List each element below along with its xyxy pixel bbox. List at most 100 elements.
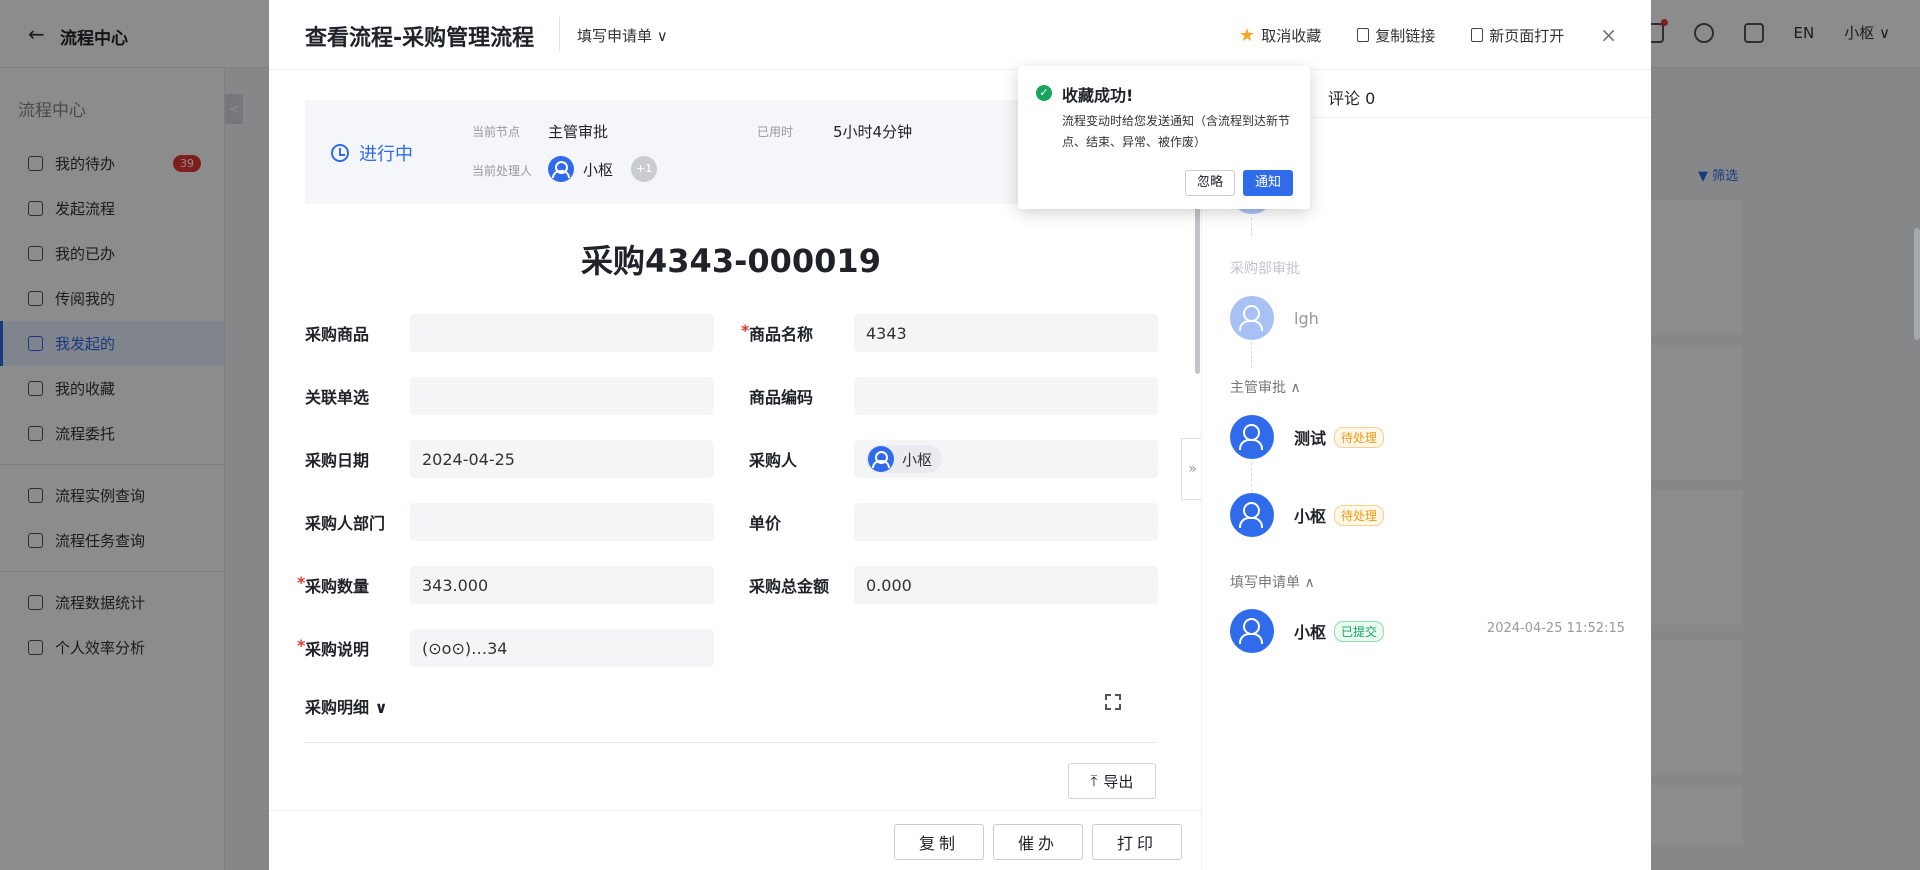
field-label: 采购日期	[305, 451, 370, 470]
field-label: 采购人	[749, 451, 798, 470]
field-label-text: 采购说明	[305, 640, 370, 659]
popover-title: 收藏成功!	[1062, 86, 1134, 105]
copy-link-button[interactable]: 复制链接	[1357, 25, 1435, 46]
field-label: 采购商品	[305, 325, 370, 344]
timeline-connector	[1251, 342, 1252, 368]
elapsed-value: 5小时4分钟	[833, 123, 913, 141]
chip-name: 小枢	[902, 450, 933, 469]
check-circle-icon: ✓	[1036, 85, 1052, 101]
form-select-dropdown[interactable]: 填写申请单 ∨	[577, 25, 668, 46]
field-product-name: * 商品名称 4343	[741, 314, 1158, 352]
group-apply[interactable]: 填写申请单 ∧	[1230, 572, 1315, 592]
clock-icon	[331, 144, 349, 162]
avatar	[1230, 415, 1274, 459]
unfavorite-button[interactable]: ★ 取消收藏	[1239, 25, 1321, 46]
avatar	[1230, 609, 1274, 653]
field-dept: 采购人部门	[305, 503, 714, 541]
modal-header: 查看流程-采购管理流程 填写申请单 ∨ ★ 取消收藏 复制链接 新页面打开 ×	[269, 0, 1651, 70]
field-label: 单价	[749, 514, 782, 533]
field-label-text: 商品名称	[749, 325, 814, 344]
tab-comments[interactable]: 评论 0	[1328, 85, 1375, 109]
avatar	[1230, 296, 1274, 340]
status-badge: 待处理	[1334, 426, 1385, 448]
product-code-input[interactable]	[854, 377, 1158, 415]
status-badge: 已提交	[1334, 620, 1385, 642]
required-mark: *	[741, 321, 750, 340]
dept-input[interactable]	[410, 503, 714, 541]
unit-price-input[interactable]	[854, 503, 1158, 541]
external-link-icon	[1471, 28, 1484, 42]
field-total: 采购总金额 0.000	[749, 566, 1158, 604]
handler-value: 小枢	[583, 161, 614, 179]
upload-icon: ⤒	[1090, 772, 1098, 790]
close-icon[interactable]: ×	[1600, 23, 1617, 47]
page-scrollbar[interactable]	[1914, 228, 1920, 340]
field-date: 采购日期 2024-04-25	[305, 440, 714, 478]
desc-input[interactable]: (⊙o⊙)…34	[410, 629, 714, 667]
field-related: 关联单选	[305, 377, 714, 415]
urge-button[interactable]: 催办	[993, 824, 1083, 860]
field-label: 采购总金额	[749, 577, 830, 596]
node-timestamp: 2024-04-25 11:52:15	[1486, 621, 1625, 636]
timeline-connector	[1251, 462, 1252, 492]
field-label: * 采购说明	[297, 636, 410, 660]
field-label-text: 采购数量	[305, 577, 370, 596]
avatar	[1230, 493, 1274, 537]
product-input[interactable]	[410, 314, 714, 352]
current-node-label: 当前节点	[472, 125, 521, 139]
expand-panel-button[interactable]: »	[1181, 438, 1203, 500]
status-indicator: 进行中	[331, 140, 413, 166]
modal-title: 查看流程-采购管理流程	[305, 26, 535, 51]
field-product-code: 商品编码	[749, 377, 1158, 415]
user-chip: 小枢	[866, 445, 943, 473]
print-button[interactable]: 打印	[1092, 824, 1182, 860]
popover-body: 流程变动时给您发送通知（含流程到达新节点、结束、异常、被作废）	[1062, 114, 1291, 149]
field-buyer: 采购人 小枢	[749, 440, 1158, 478]
open-new-label: 新页面打开	[1489, 26, 1565, 45]
modal-actions: ★ 取消收藏 复制链接 新页面打开 ×	[1239, 23, 1617, 47]
related-select[interactable]	[410, 377, 714, 415]
detail-toggle[interactable]: 采购明细 ∨	[305, 698, 388, 717]
modal-footer: 复制 催办 打印	[269, 810, 1201, 870]
field-label: 关联单选	[305, 388, 370, 407]
required-mark: *	[297, 636, 306, 655]
header-divider	[559, 17, 560, 51]
total-input[interactable]: 0.000	[854, 566, 1158, 604]
node-name: 小枢	[1294, 507, 1327, 526]
group-dept-approval: 采购部审批	[1230, 261, 1300, 277]
copy-button[interactable]: 复制	[894, 824, 984, 860]
status-badge: 待处理	[1334, 504, 1385, 526]
timeline-node-test: 测试 待处理	[1230, 415, 1385, 459]
avatar	[548, 156, 574, 182]
buyer-input[interactable]: 小枢	[854, 440, 1158, 478]
fullscreen-icon[interactable]	[1105, 694, 1121, 710]
node-name: lgh	[1294, 308, 1319, 328]
unfavorite-label: 取消收藏	[1261, 26, 1322, 45]
field-label: 采购人部门	[305, 514, 386, 533]
detail-divider	[305, 742, 1157, 743]
process-modal: 查看流程-采购管理流程 填写申请单 ∨ ★ 取消收藏 复制链接 新页面打开 × 进…	[269, 0, 1651, 870]
elapsed-label: 已用时	[757, 125, 794, 139]
group-manager-approval[interactable]: 主管审批 ∧	[1230, 377, 1301, 397]
qty-input[interactable]: 343.000	[410, 566, 714, 604]
favorite-success-popover: ✓ 收藏成功! 流程变动时给您发送通知（含流程到达新节点、结束、异常、被作废） …	[1018, 66, 1310, 209]
required-mark: *	[297, 573, 306, 592]
timeline-connector	[1251, 218, 1252, 236]
ignore-button[interactable]: 忽略	[1185, 170, 1235, 196]
product-name-input[interactable]: 4343	[854, 314, 1158, 352]
copy-icon	[1357, 28, 1370, 42]
timeline-node-lgh: lgh	[1230, 296, 1319, 340]
date-input[interactable]: 2024-04-25	[410, 440, 714, 478]
notify-button[interactable]: 通知	[1243, 170, 1293, 196]
node-name: 小枢	[1294, 623, 1327, 642]
star-icon: ★	[1239, 24, 1256, 46]
export-label: 导出	[1103, 772, 1134, 791]
export-button[interactable]: ⤒ 导出	[1068, 763, 1156, 799]
field-label: * 采购数量	[297, 573, 410, 597]
open-new-page-button[interactable]: 新页面打开	[1471, 25, 1564, 46]
field-unit-price: 单价	[749, 503, 1158, 541]
field-label: 商品编码	[749, 388, 814, 407]
current-node-value: 主管审批	[548, 123, 609, 141]
status-text: 进行中	[359, 144, 413, 165]
more-handlers-badge[interactable]: +1	[631, 156, 657, 182]
